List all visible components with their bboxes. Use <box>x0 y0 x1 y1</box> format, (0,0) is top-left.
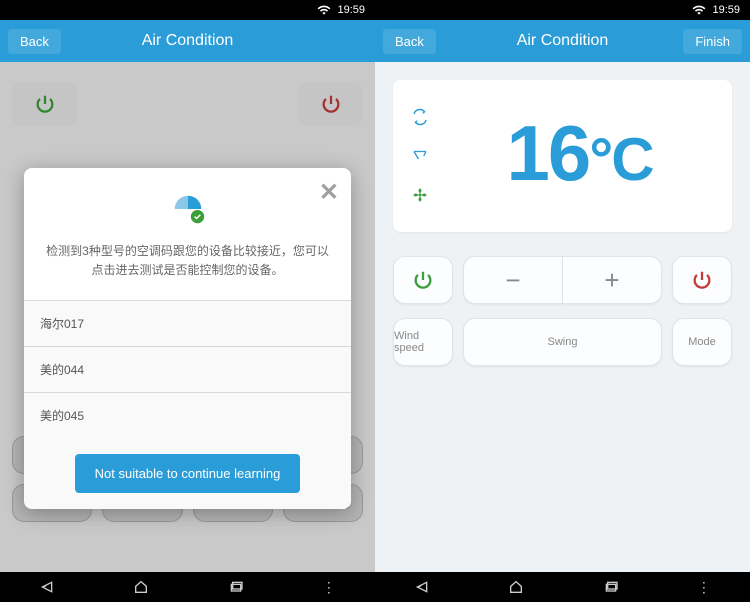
power-off-button-bg <box>298 82 363 126</box>
page-title: Air Condition <box>142 32 234 50</box>
temp-unit: °C <box>589 126 652 193</box>
power-icon <box>412 269 434 291</box>
right-body: 16°C − + Wind speed Swing Mode <box>375 62 750 572</box>
nav-home-icon[interactable] <box>508 579 524 595</box>
status-time: 19:59 <box>337 4 365 16</box>
temp-minus-button[interactable]: − <box>463 256 562 304</box>
wifi-icon <box>692 3 706 17</box>
mode-button[interactable]: Mode <box>672 318 732 366</box>
nav-bar: ⋮ <box>375 572 750 602</box>
nav-back-icon[interactable] <box>414 579 430 595</box>
header-right: Back Air Condition Finish <box>375 20 750 62</box>
nav-menu-icon[interactable]: ⋮ <box>697 579 711 596</box>
power-icon <box>34 93 56 115</box>
nav-bar: ⋮ <box>0 572 375 602</box>
nav-back-icon[interactable] <box>39 579 55 595</box>
modal-icon <box>24 168 351 242</box>
left-body: High Med Low Auto Dry Fan Auto swing Sto… <box>0 62 375 572</box>
temperature-value: 16°C <box>447 80 732 232</box>
wifi-icon <box>317 3 331 17</box>
power-on-button-bg <box>12 82 77 126</box>
power-off-button[interactable] <box>672 256 732 304</box>
device-modal: ✕ 检测到3种型号的空调码跟您的设备比较接近，您可以点击进去测试是否能控制您的设… <box>24 168 351 509</box>
nav-recent-icon[interactable] <box>603 579 619 595</box>
back-button[interactable]: Back <box>383 29 436 54</box>
swing-icon <box>411 147 429 165</box>
temp-plus-button[interactable]: + <box>562 256 662 304</box>
right-screen: 19:59 Back Air Condition Finish 16°C − + <box>375 0 750 602</box>
nav-home-icon[interactable] <box>133 579 149 595</box>
power-icon <box>320 93 342 115</box>
nav-menu-icon[interactable]: ⋮ <box>322 579 336 596</box>
cycle-icon <box>411 108 429 126</box>
temperature-display: 16°C <box>393 80 732 232</box>
header-left: Back Air Condition <box>0 20 375 62</box>
status-bar: 19:59 <box>375 0 750 20</box>
modal-message: 检测到3种型号的空调码跟您的设备比较接近，您可以点击进去测试是否能控制您的设备。 <box>24 242 351 300</box>
continue-learning-button[interactable]: Not suitable to continue learning <box>75 454 301 493</box>
left-screen: 19:59 Back Air Condition High Med Low Au… <box>0 0 375 602</box>
temperature-stepper: − + <box>463 256 662 304</box>
modal-item[interactable]: 美的044 <box>24 346 351 392</box>
mode-icons-column <box>393 80 447 232</box>
windspeed-button[interactable]: Wind speed <box>393 318 453 366</box>
temp-number: 16 <box>506 109 589 197</box>
finish-button[interactable]: Finish <box>683 29 742 54</box>
close-icon[interactable]: ✕ <box>319 178 339 207</box>
power-on-button[interactable] <box>393 256 453 304</box>
status-time: 19:59 <box>712 4 740 16</box>
swing-button[interactable]: Swing <box>463 318 662 366</box>
modal-list: 海尔017 美的044 美的045 <box>24 300 351 438</box>
page-title: Air Condition <box>517 32 609 50</box>
status-bar: 19:59 <box>0 0 375 20</box>
fan-icon <box>411 186 429 204</box>
power-icon <box>691 269 713 291</box>
modal-item[interactable]: 美的045 <box>24 392 351 438</box>
nav-recent-icon[interactable] <box>228 579 244 595</box>
back-button[interactable]: Back <box>8 29 61 54</box>
modal-item[interactable]: 海尔017 <box>24 300 351 346</box>
